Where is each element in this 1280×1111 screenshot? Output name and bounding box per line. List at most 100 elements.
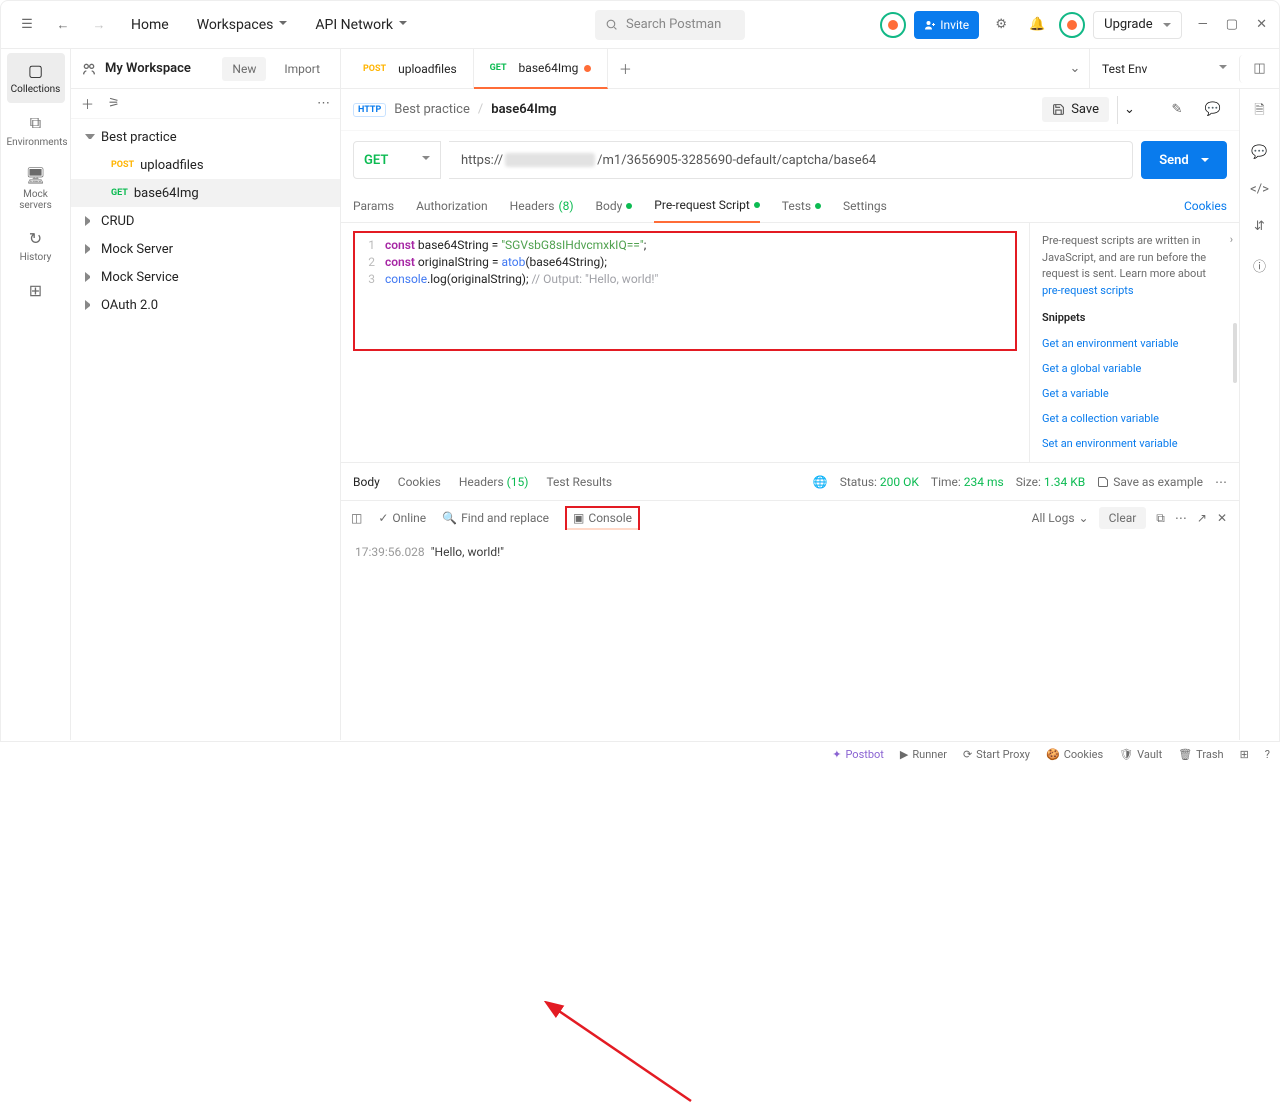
scrollbar[interactable] <box>1233 323 1237 383</box>
resp-tab-body[interactable]: Body <box>353 475 380 489</box>
nav-home[interactable]: Home <box>121 11 179 39</box>
cookies-link[interactable]: Cookies <box>1184 199 1227 213</box>
window-max-icon[interactable]: ▢ <box>1226 17 1238 32</box>
snippets-help: Pre-request scripts are written in JavaS… <box>1042 233 1227 299</box>
tree-folder-oauth[interactable]: OAuth 2.0 <box>71 291 340 319</box>
add-icon[interactable]: ＋ <box>81 94 94 113</box>
console-tab[interactable]: ▣ Console <box>565 506 640 530</box>
back-icon[interactable]: ← <box>49 11 77 39</box>
tree-item-base64img[interactable]: GETbase64Img <box>71 179 340 207</box>
filter-icon[interactable]: ⚞ <box>108 96 120 111</box>
avatar[interactable] <box>1059 12 1085 38</box>
tab-dropdown-icon[interactable]: ⌄ <box>1061 55 1089 83</box>
tab-base64img[interactable]: GETbase64Img <box>474 49 609 89</box>
vault-button[interactable]: 🛡 Vault <box>1119 748 1162 761</box>
tree-item-uploadfiles[interactable]: POSTuploadfiles <box>71 151 340 179</box>
more-icon[interactable]: ⋯ <box>317 96 330 111</box>
tree-folder-mock-server[interactable]: Mock Server <box>71 235 340 263</box>
comment-icon[interactable]: 💬 <box>1199 96 1227 124</box>
runner-button[interactable]: ▶ Runner <box>900 748 947 761</box>
settings-icon[interactable]: ⚙ <box>987 11 1015 39</box>
save-button[interactable]: Save <box>1042 97 1109 122</box>
resp-tab-cookies[interactable]: Cookies <box>398 475 441 489</box>
tab-settings[interactable]: Settings <box>843 189 887 223</box>
globe-icon[interactable]: 🌐 <box>813 475 828 489</box>
snippet-item[interactable]: Get a collection variable <box>1042 407 1227 430</box>
tree-folder-mock-service[interactable]: Mock Service <box>71 263 340 291</box>
snippet-item[interactable]: Set an environment variable <box>1042 432 1227 455</box>
code-icon[interactable]: </> <box>1250 182 1269 197</box>
snippet-item[interactable]: Get a global variable <box>1042 357 1227 380</box>
all-logs-dropdown[interactable]: All Logs ⌄ <box>1032 511 1089 525</box>
environment-picker[interactable]: Test Env <box>1089 49 1239 89</box>
tab-prerequest[interactable]: Pre-request Script <box>654 189 759 223</box>
tab-uploadfiles[interactable]: POSTuploadfiles <box>347 49 474 89</box>
upgrade-button[interactable]: Upgrade <box>1093 11 1181 39</box>
tab-body[interactable]: Body <box>596 189 633 223</box>
resp-tab-tests[interactable]: Test Results <box>546 475 612 489</box>
nav-more[interactable]: ⊞ <box>7 273 65 312</box>
notifications-icon[interactable]: 🔔 <box>1023 11 1051 39</box>
snippet-item[interactable]: Get a variable <box>1042 382 1227 405</box>
code-editor[interactable]: 1const base64String = "SGVsbG8sIHdvcmxkI… <box>353 231 1017 351</box>
url-input[interactable]: https:///m1/3656905-3285690-default/capt… <box>449 141 1133 179</box>
forward-icon[interactable]: → <box>85 11 113 39</box>
nav-mock-servers[interactable]: 🖥Mock servers <box>7 158 65 219</box>
help-icon[interactable]: ? <box>1265 748 1270 761</box>
url-redacted <box>505 153 595 167</box>
online-indicator: ✓ Online <box>378 511 426 525</box>
tab-params[interactable]: Params <box>353 189 394 223</box>
method-select[interactable]: GET <box>353 141 441 179</box>
help-link[interactable]: pre-request scripts <box>1042 284 1134 297</box>
nav-workspaces[interactable]: Workspaces <box>187 11 298 39</box>
tab-auth[interactable]: Authorization <box>416 189 488 223</box>
send-button[interactable]: Send <box>1141 141 1227 179</box>
related-icon[interactable]: ⇵ <box>1254 219 1265 234</box>
popout-icon[interactable]: ↗ <box>1197 511 1207 525</box>
window-min-icon[interactable]: — <box>1198 17 1208 32</box>
nav-collections[interactable]: ▢Collections <box>7 53 65 103</box>
hamburger-icon[interactable]: ☰ <box>13 11 41 39</box>
snippets-heading: Snippets <box>1042 311 1227 324</box>
resp-tab-headers[interactable]: Headers (15) <box>459 475 529 489</box>
tab-tests[interactable]: Tests <box>782 189 821 223</box>
find-replace-button[interactable]: 🔍 Find and replace <box>442 511 549 525</box>
import-button[interactable]: Import <box>274 57 330 81</box>
add-tab-button[interactable]: ＋ <box>608 55 642 83</box>
new-button[interactable]: New <box>222 57 266 81</box>
invite-button[interactable]: Invite <box>914 11 979 39</box>
nav-environments[interactable]: ⧉Environments <box>7 105 65 156</box>
info-icon[interactable]: ⓘ <box>1253 256 1266 275</box>
breadcrumb-folder[interactable]: Best practice <box>394 102 470 117</box>
cookies-button[interactable]: 🍪 Cookies <box>1046 748 1103 761</box>
close-icon[interactable]: ✕ <box>1217 511 1227 525</box>
size-value: 1.34 KB <box>1044 475 1085 489</box>
more-icon[interactable]: ⋯ <box>1215 475 1227 489</box>
share-icon[interactable]: ✎ <box>1163 96 1191 124</box>
nav-api-network[interactable]: API Network <box>305 11 417 39</box>
nav-history[interactable]: ↻History <box>7 221 65 271</box>
layout-icon[interactable]: ◫ <box>351 511 362 525</box>
window-close-icon[interactable]: ✕ <box>1256 17 1267 32</box>
tree-folder-best-practice[interactable]: Best practice <box>71 123 340 151</box>
copy-icon[interactable]: ⧉ <box>1156 511 1165 526</box>
comments-icon[interactable]: 💬 <box>1251 145 1267 160</box>
save-dropdown[interactable]: ⌄ <box>1117 96 1141 124</box>
tree-folder-crud[interactable]: CRUD <box>71 207 340 235</box>
proxy-button[interactable]: ⟳ Start Proxy <box>963 748 1030 761</box>
tab-headers[interactable]: Headers (8) <box>510 189 574 223</box>
search-placeholder: Search Postman <box>626 17 721 32</box>
snippet-item[interactable]: Get an environment variable <box>1042 332 1227 355</box>
snippets-collapse-icon[interactable]: › <box>1230 233 1233 246</box>
save-example-button[interactable]: Save as example <box>1097 475 1203 489</box>
clear-button[interactable]: Clear <box>1099 507 1147 529</box>
docs-icon[interactable]: 🗎 <box>1254 101 1264 123</box>
env-quicklook-icon[interactable]: ◫ <box>1239 55 1279 83</box>
two-pane-icon[interactable]: ⊞ <box>1240 748 1249 761</box>
time-value: 234 ms <box>964 475 1004 489</box>
more-icon[interactable]: ⋯ <box>1175 511 1187 525</box>
postbot-button[interactable]: ✦ Postbot <box>832 748 884 761</box>
trash-button[interactable]: 🗑 Trash <box>1178 748 1223 761</box>
search-input[interactable]: Search Postman <box>595 10 745 40</box>
console-log-line: 17:39:56.028"Hello, world!" <box>341 535 1239 570</box>
